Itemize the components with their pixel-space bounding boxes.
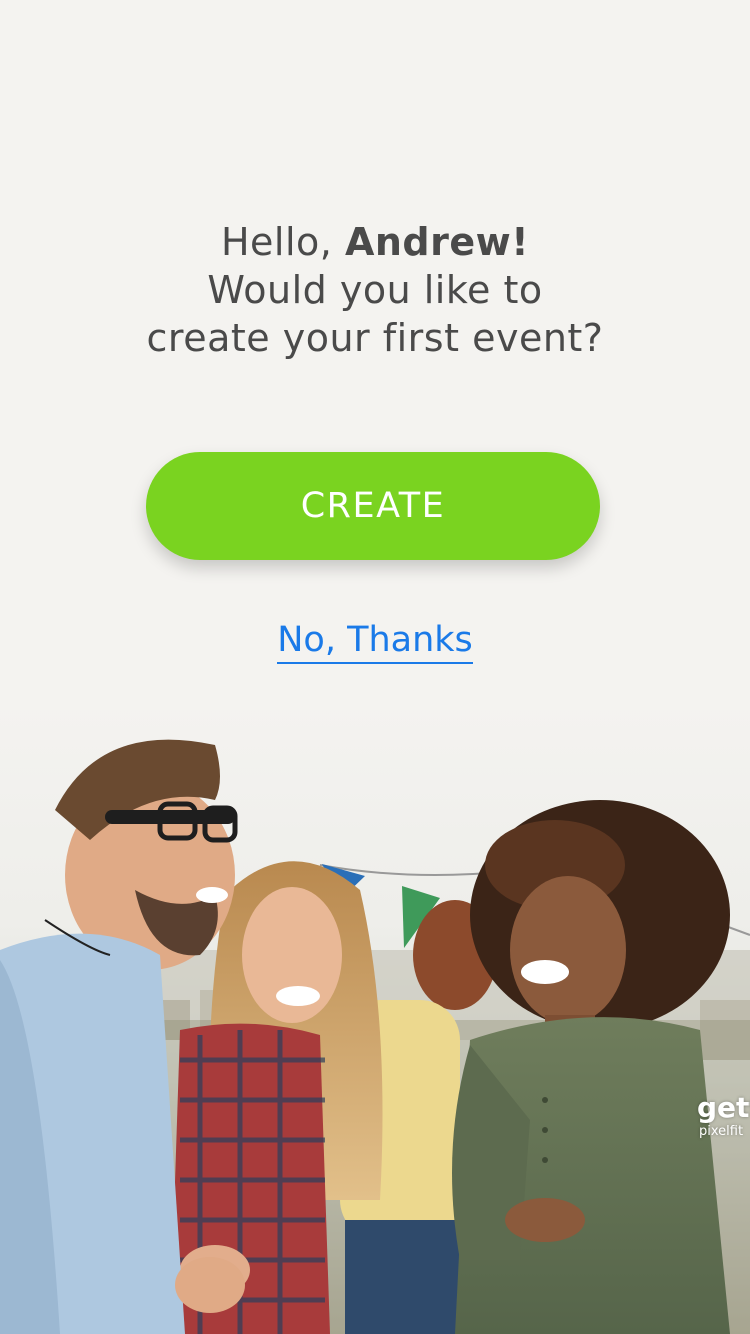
stock-watermark: gett pixelfit bbox=[697, 1092, 750, 1140]
greeting-hello: Hello, bbox=[220, 220, 333, 264]
greeting-message: Hello, Andrew! Would you like to create … bbox=[0, 218, 750, 362]
greeting-line-2: Would you like to bbox=[207, 268, 543, 312]
no-thanks-link[interactable]: No, Thanks bbox=[277, 620, 473, 664]
watermark-sub-text: pixelfit bbox=[699, 1124, 744, 1139]
watermark-main-text: gett bbox=[697, 1091, 750, 1124]
friends-laughing-photo bbox=[0, 700, 750, 1334]
create-event-button[interactable]: CREATE bbox=[146, 452, 600, 560]
onboarding-screen: Hello, Andrew! Would you like to create … bbox=[0, 0, 750, 1334]
greeting-line-1: Hello, Andrew! bbox=[0, 218, 750, 266]
greeting-line-3: create your first event? bbox=[146, 316, 604, 360]
user-name: Andrew! bbox=[344, 220, 530, 264]
no-thanks-link-container: No, Thanks bbox=[0, 620, 750, 664]
